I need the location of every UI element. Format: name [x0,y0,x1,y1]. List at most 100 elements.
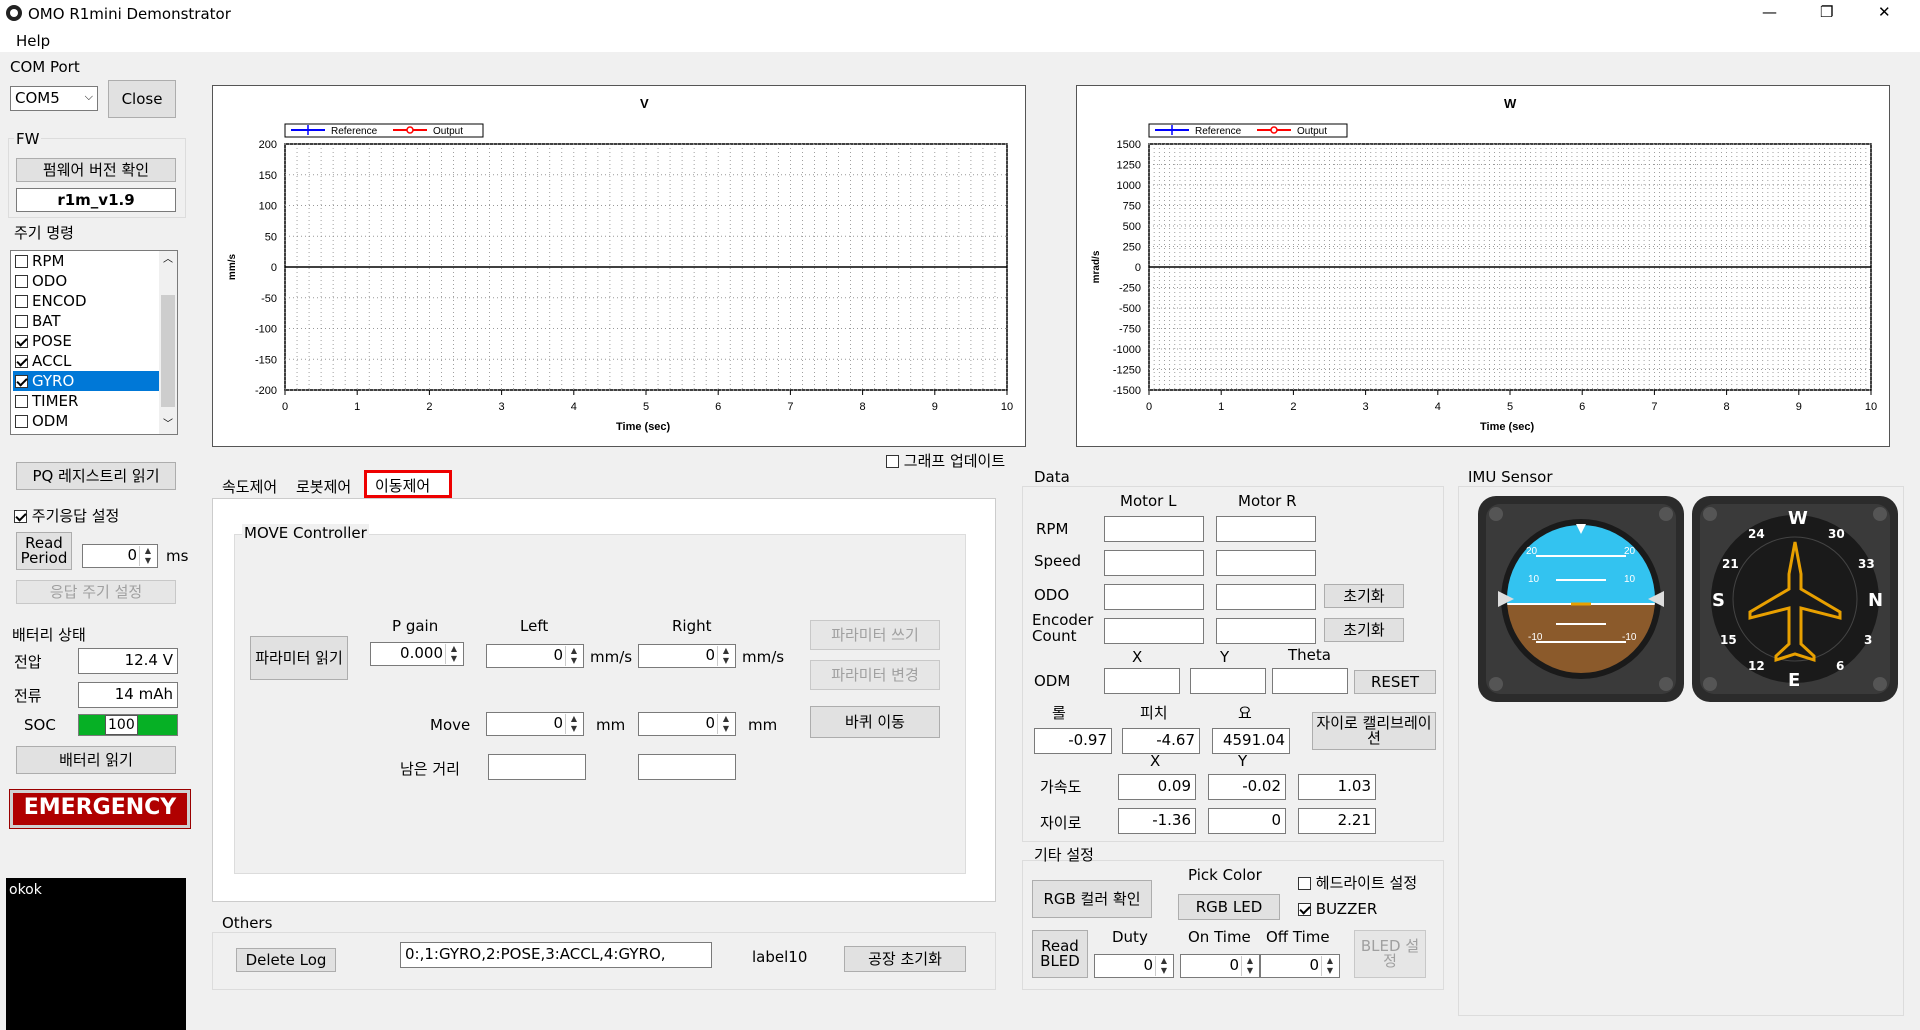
menu-help[interactable]: Help [16,32,50,50]
periodic-item-gyro[interactable]: GYRO [13,371,159,391]
accel-x-field[interactable]: 0.09 [1118,774,1196,800]
battery-read-button[interactable]: 배터리 읽기 [16,746,176,774]
scroll-thumb[interactable] [161,295,175,407]
spinner-arrows-icon[interactable]: ▲ ▼ [1321,956,1338,976]
speed-left-field[interactable] [1104,550,1204,576]
encoder-right-field[interactable] [1216,618,1316,644]
close-window-button[interactable]: ✕ [1878,3,1891,21]
spinner-arrows-icon[interactable]: ▲ ▼ [445,644,462,664]
encoder-reset-button[interactable]: 초기화 [1324,618,1404,642]
roll-field[interactable]: -0.97 [1034,728,1112,754]
spinner-arrows-icon[interactable]: ▲ ▼ [717,714,734,734]
accel-z-field[interactable]: 1.03 [1298,774,1376,800]
tab-move-control[interactable]: 이동제어 [364,470,452,498]
move-left-spinner[interactable]: 0 ▲ ▼ [486,712,584,736]
set-response-period-button[interactable]: 응답 주기 설정 [16,580,176,604]
speed-right-field[interactable] [1216,550,1316,576]
buzzer-checkbox[interactable]: BUZZER [1298,900,1377,918]
rgb-color-check-button[interactable]: RGB 컬러 확인 [1032,880,1152,918]
yaw-field[interactable]: 4591.04 [1212,728,1290,754]
checkbox-icon[interactable] [15,395,28,408]
odo-reset-button[interactable]: 초기화 [1324,584,1404,608]
periodic-item-rpm[interactable]: RPM [13,251,159,271]
periodic-item-accl[interactable]: ACCL [13,351,159,371]
rgb-led-button[interactable]: RGB LED [1178,894,1280,920]
delete-log-button[interactable]: Delete Log [236,948,336,972]
headlight-checkbox[interactable]: 헤드라이트 설정 [1298,872,1417,893]
odm-y-field[interactable] [1190,668,1266,694]
checkbox-icon[interactable] [15,315,28,328]
checkbox-icon[interactable] [15,415,28,428]
firmware-version-field[interactable]: r1m_v1.9 [16,188,176,212]
spinner-arrows-icon[interactable]: ▲ ▼ [717,646,734,666]
param-change-button[interactable]: 파라미터 변경 [810,660,940,690]
checkbox-icon[interactable] [15,255,28,268]
gyro-calibration-button[interactable]: 자이로 캘리브레이션 [1312,712,1436,750]
odo-left-field[interactable] [1104,584,1204,610]
right-speed-spinner[interactable]: 0 ▲ ▼ [638,644,736,668]
factory-reset-button[interactable]: 공장 초기화 [844,946,966,972]
maximize-button[interactable]: ❐ [1820,3,1833,21]
pitch-field[interactable]: -4.67 [1122,728,1200,754]
remaining-left-field[interactable] [488,754,586,780]
log-field[interactable]: 0:,1:GYRO,2:POSE,3:ACCL,4:GYRO, [400,942,712,968]
pgain-spinner[interactable]: 0.000 ▲ ▼ [370,642,464,666]
spinner-arrows-icon[interactable]: ▲ ▼ [1155,956,1172,976]
spinner-arrows-icon[interactable]: ▲ ▼ [565,646,582,666]
emergency-button[interactable]: EMERGENCY [10,790,190,828]
periodic-item-pose[interactable]: POSE [13,331,159,351]
param-read-button[interactable]: 파라미터 읽기 [250,636,348,680]
gyro-y-field[interactable]: 0 [1208,808,1286,834]
checkbox-icon[interactable] [15,275,28,288]
periodic-item-bat[interactable]: BAT [13,311,159,331]
pq-registry-read-button[interactable]: PQ 레지스트리 읽기 [16,462,176,490]
spinner-arrows-icon[interactable]: ▲ ▼ [139,546,156,566]
gyro-x-field[interactable]: -1.36 [1118,808,1196,834]
odm-reset-button[interactable]: RESET [1354,670,1436,694]
checkbox-icon[interactable] [15,295,28,308]
current-field[interactable]: 14 mAh [78,682,178,708]
tab-robot-control[interactable]: 로봇제어 [296,476,351,497]
voltage-field[interactable]: 12.4 V [78,648,178,674]
remaining-right-field[interactable] [638,754,736,780]
encoder-left-field[interactable] [1104,618,1204,644]
odm-x-field[interactable] [1104,668,1180,694]
odo-right-field[interactable] [1216,584,1316,610]
chevron-up-icon[interactable]: ︿ [159,251,177,269]
on-time-spinner[interactable]: 0 ▲ ▼ [1180,954,1260,978]
accel-y-field[interactable]: -0.02 [1208,774,1286,800]
param-write-button[interactable]: 파라미터 쓰기 [810,620,940,650]
spinner-arrows-icon[interactable]: ▲ ▼ [565,714,582,734]
chevron-down-icon[interactable]: ﹀ [159,416,177,434]
bled-set-button[interactable]: BLED 설정 [1354,930,1426,978]
close-port-button[interactable]: Close [108,80,176,118]
rpm-left-field[interactable] [1104,516,1204,542]
com-port-select[interactable]: COM5 ⌵ [10,86,98,111]
checkbox-icon[interactable] [15,355,28,368]
tab-speed-control[interactable]: 속도제어 [222,476,277,497]
wheel-move-button[interactable]: 바퀴 이동 [810,706,940,738]
periodic-item-encod[interactable]: ENCOD [13,291,159,311]
periodic-item-odo[interactable]: ODO [13,271,159,291]
list-scrollbar[interactable]: ︿ ﹀ [159,251,177,434]
spinner-arrows-icon[interactable]: ▲ ▼ [1241,956,1258,976]
checkbox-icon[interactable] [15,335,28,348]
periodic-command-list[interactable]: RPM ODO ENCOD BAT POSE ACCL GYRO TIMER ODM ︿ ﹀ [10,250,178,435]
minimize-button[interactable]: — [1762,3,1777,21]
console-output[interactable]: okok [6,878,186,1030]
rpm-right-field[interactable] [1216,516,1316,542]
read-period-button[interactable]: Read Period [16,532,72,570]
periodic-item-timer[interactable]: TIMER [13,391,159,411]
period-response-checkbox[interactable]: 주기응답 설정 [14,505,119,526]
off-time-spinner[interactable]: 0 ▲ ▼ [1260,954,1340,978]
period-spinner[interactable]: 0 ▲ ▼ [82,544,158,568]
firmware-check-button[interactable]: 펌웨어 버전 확인 [16,158,176,182]
periodic-item-odm[interactable]: ODM [13,411,159,431]
duty-spinner[interactable]: 0 ▲ ▼ [1094,954,1174,978]
checkbox-icon[interactable] [15,375,28,388]
gyro-z-field[interactable]: 2.21 [1298,808,1376,834]
graph-update-checkbox[interactable]: 그래프 업데이트 [886,450,1005,471]
odm-theta-field[interactable] [1272,668,1348,694]
move-right-spinner[interactable]: 0 ▲ ▼ [638,712,736,736]
left-speed-spinner[interactable]: 0 ▲ ▼ [486,644,584,668]
